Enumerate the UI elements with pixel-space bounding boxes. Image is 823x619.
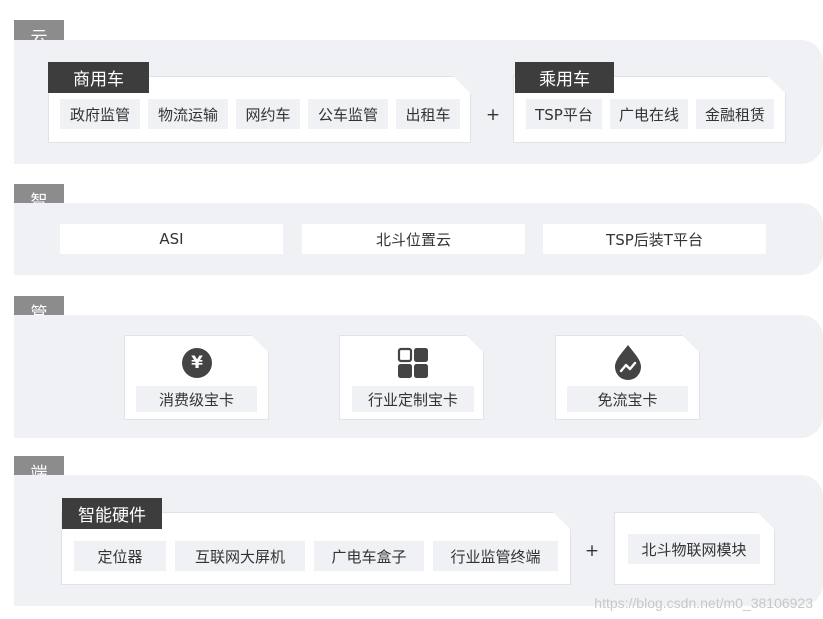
chip-government-supervision: 政府监管 [60, 99, 140, 129]
watermark: https://blog.csdn.net/m0_38106923 [594, 595, 813, 611]
plus-sign-cloud: + [485, 105, 501, 125]
plus-sign-terminal: + [584, 541, 600, 561]
grid-icon [397, 347, 429, 379]
chip-tsp-platform: TSP平台 [526, 99, 602, 129]
chip-finance-leasing: 金融租赁 [696, 99, 774, 129]
smart-hardware-title: 智能硬件 [62, 498, 162, 529]
chip-tsp-aftermarket-platform: TSP后装T平台 [543, 224, 766, 254]
free-data-sim-label: 免流宝卡 [567, 386, 688, 412]
passenger-vehicle-title: 乘用车 [515, 62, 614, 93]
consumer-sim-label: 消费级宝卡 [136, 386, 257, 412]
chip-logistics: 物流运输 [148, 99, 228, 129]
industry-sim-label: 行业定制宝卡 [352, 386, 474, 412]
chip-official-car: 公车监管 [308, 99, 388, 129]
chip-asi: ASI [60, 224, 283, 254]
chip-internet-big-screen: 互联网大屏机 [175, 541, 305, 571]
chip-broadcast-car-box: 广电车盒子 [314, 541, 424, 571]
chip-beidou-location-cloud: 北斗位置云 [302, 224, 525, 254]
chip-locator: 定位器 [74, 541, 166, 571]
drop-icon [612, 344, 644, 380]
chip-industry-terminal: 行业监管终端 [433, 541, 558, 571]
chip-broadcast-online: 广电在线 [610, 99, 688, 129]
chip-ride-hailing: 网约车 [236, 99, 300, 129]
yuan-icon: ¥ [182, 348, 212, 378]
chip-taxi: 出租车 [396, 99, 460, 129]
commercial-vehicle-title: 商用车 [48, 62, 149, 93]
chip-beidou-iot-module: 北斗物联网模块 [628, 534, 760, 564]
